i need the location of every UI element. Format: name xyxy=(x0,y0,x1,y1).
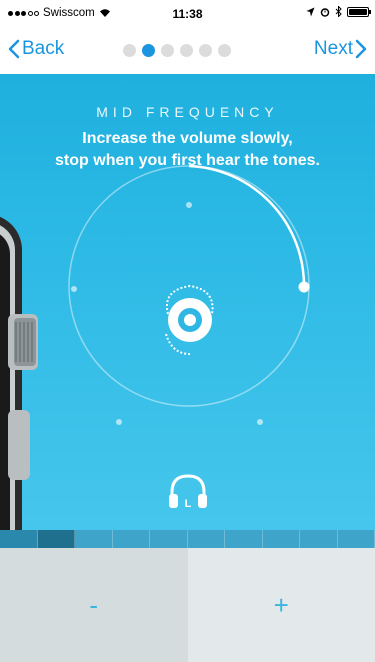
progress-segment xyxy=(225,530,263,548)
volume-arc xyxy=(188,164,306,288)
progress-segment-active xyxy=(37,530,75,548)
back-label: Back xyxy=(22,38,65,59)
progress-segment xyxy=(300,530,338,548)
page-dot xyxy=(180,44,193,57)
progress-segment xyxy=(187,530,225,548)
bluetooth-icon xyxy=(335,6,342,17)
volume-down-button[interactable]: - xyxy=(0,548,188,662)
progress-segment xyxy=(112,530,150,548)
page-dot xyxy=(199,44,212,57)
page-dot xyxy=(161,44,174,57)
location-arrow-icon xyxy=(306,7,315,16)
volume-controls: - + xyxy=(0,548,375,662)
status-right xyxy=(306,6,371,17)
status-bar: Swisscom 11:38 xyxy=(0,0,375,28)
headphone-icon: L xyxy=(169,474,207,510)
progress-segment xyxy=(150,530,188,548)
dial-tick xyxy=(116,419,122,425)
dial-tick xyxy=(71,286,77,292)
chevron-left-icon xyxy=(8,39,20,59)
chevron-right-icon xyxy=(355,39,367,59)
alarm-icon xyxy=(320,7,330,17)
hearing-test-panel: MID FREQUENCY Increase the volume slowly… xyxy=(0,74,375,530)
page-dot xyxy=(123,44,136,57)
volume-up-button[interactable]: + xyxy=(187,548,375,662)
battery-icon xyxy=(347,6,371,17)
test-progress-bar xyxy=(0,530,375,548)
page-dot xyxy=(218,44,231,57)
next-button[interactable]: Next xyxy=(314,38,367,60)
ear-icon xyxy=(165,284,214,355)
nav-bar: Back Next xyxy=(0,28,375,74)
back-button[interactable]: Back xyxy=(8,38,64,60)
progress-segment xyxy=(337,530,375,548)
volume-knob xyxy=(298,281,310,293)
headphone-side-label: L xyxy=(185,498,192,510)
next-label: Next xyxy=(313,38,353,59)
progress-segment xyxy=(75,530,113,548)
watch-illustration xyxy=(0,216,38,530)
dial-tick xyxy=(186,202,192,208)
progress-segment xyxy=(262,530,300,548)
progress-segment xyxy=(0,530,38,548)
page-indicator xyxy=(123,44,231,57)
dial-tick xyxy=(257,419,263,425)
page-dot-active xyxy=(142,44,155,57)
